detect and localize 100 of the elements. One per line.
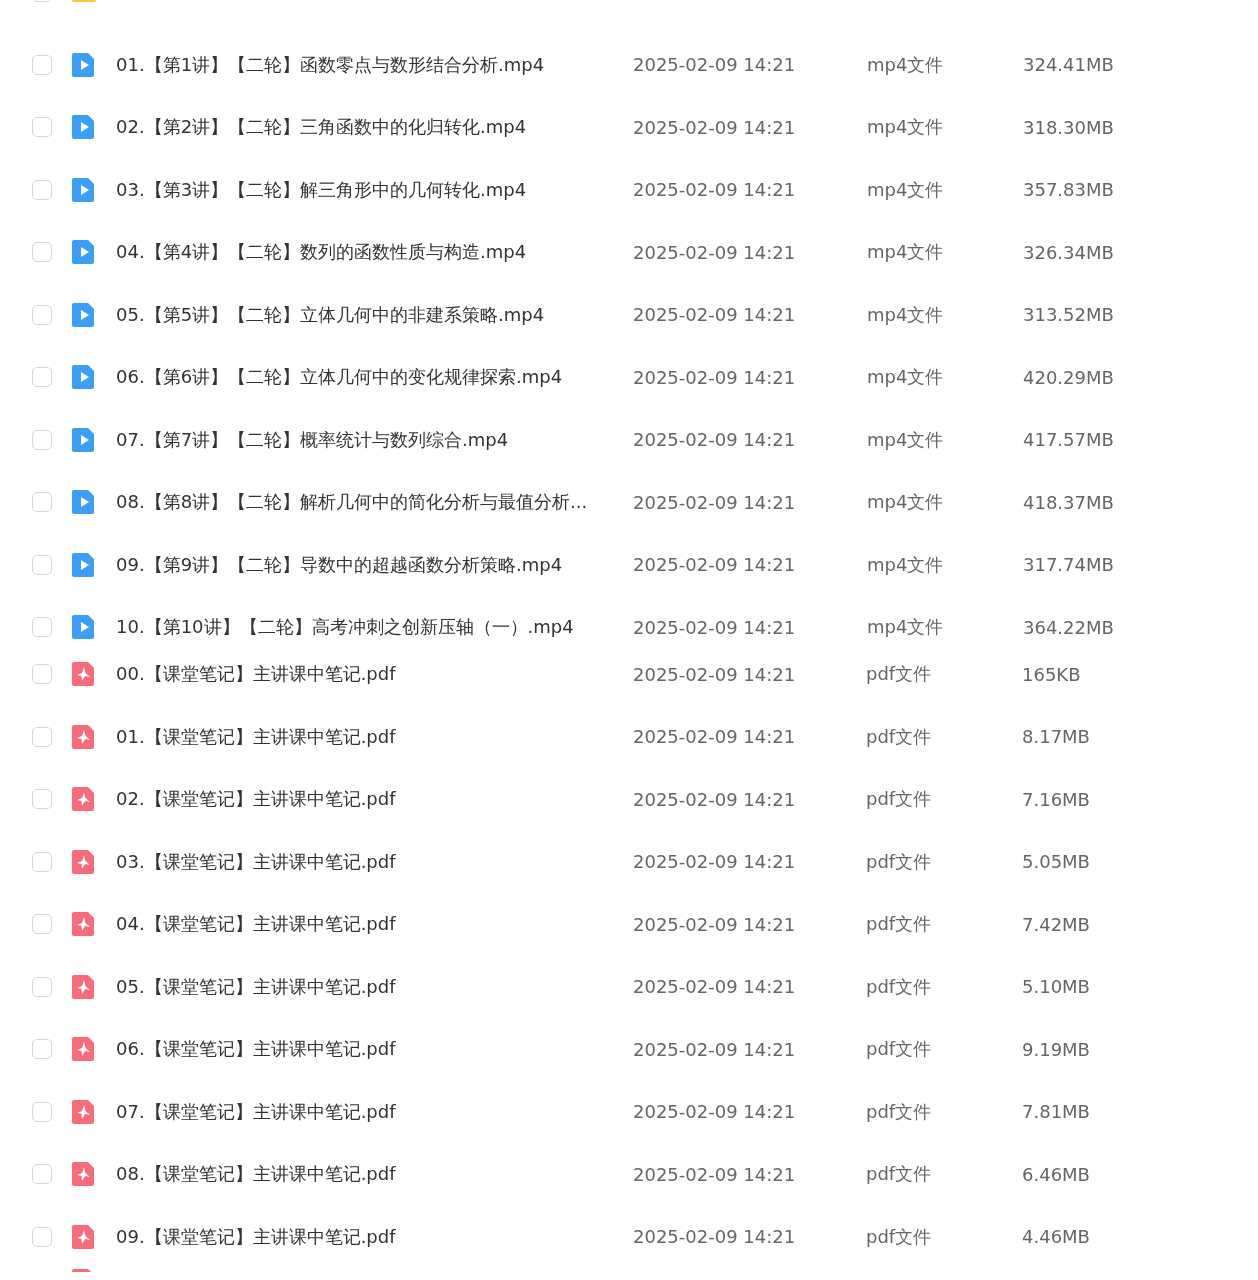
file-name[interactable]: 08.【第8讲】【二轮】解析几何中的简化分析与最值分析... (116, 490, 633, 514)
modified-date: 2025-02-09 14:21 (633, 304, 797, 325)
checkbox[interactable] (32, 554, 52, 575)
file-name[interactable]: 01.【第1讲】【二轮】函数零点与数形结合分析.mp4 (116, 52, 633, 77)
file-type: pdf文件 (866, 662, 933, 686)
file-name[interactable]: 05.【第5讲】【二轮】立体几何中的非建系策略.mp4 (116, 302, 633, 327)
file-size: 318.30MB (1023, 116, 1115, 138)
file-type: mp4文件 (867, 490, 945, 514)
file-name[interactable]: 02.【第2讲】【二轮】三角函数中的化归转化.mp4 (116, 115, 633, 139)
file-size: 420.29MB (1023, 366, 1115, 388)
checkbox[interactable] (32, 54, 52, 75)
checkbox[interactable] (32, 429, 52, 450)
file-size: 364.22MB (1023, 616, 1115, 638)
file-size: 417.57MB (1023, 429, 1115, 450)
file-type: pdf文件 (866, 1037, 933, 1061)
file-name[interactable]: 07.【第7讲】【二轮】概率统计与数列综合.mp4 (116, 427, 633, 452)
file-type: pdf文件 (866, 1224, 933, 1249)
checkbox[interactable] (32, 1164, 52, 1184)
checkbox[interactable] (32, 726, 52, 747)
modified-date: 2025-02-09 14:21 (633, 851, 797, 872)
checkbox[interactable] (32, 851, 52, 872)
modified-date: 2025-02-09 14:21 (633, 726, 797, 747)
modified-date: 2025-02-09 14:21 (633, 366, 797, 388)
modified-date: 2025-02-09 14:21 (633, 429, 797, 450)
file-name[interactable]: 02.【课堂笔记】主讲课中笔记.pdf (116, 787, 633, 811)
modified-date: 2025-02-09 14:21 (633, 616, 797, 638)
checkbox[interactable] (32, 1101, 52, 1122)
file-type: mp4文件 (867, 365, 945, 389)
file-type: mp4文件 (867, 52, 945, 77)
checkbox[interactable] (32, 117, 52, 137)
checkbox[interactable] (32, 492, 52, 512)
checkbox[interactable] (32, 789, 52, 809)
file-type: pdf文件 (866, 1162, 933, 1186)
file-type: pdf文件 (866, 849, 933, 874)
file-size: 326.34MB (1023, 241, 1115, 263)
modified-date: 2025-02-09 14:21 (633, 1226, 797, 1247)
file-size: 8.17MB (1022, 726, 1091, 747)
file-name[interactable]: 05.【课堂笔记】主讲课中笔记.pdf (116, 974, 633, 999)
modified-date: 2025-02-09 14:21 (633, 1163, 797, 1185)
file-type: mp4文件 (867, 302, 945, 327)
file-size: 7.42MB (1022, 913, 1091, 935)
file-type: pdf文件 (866, 974, 933, 999)
file-size: 317.74MB (1023, 554, 1115, 575)
file-size: 9.19MB (1022, 1038, 1091, 1060)
file-name[interactable]: 06.【第6讲】【二轮】立体几何中的变化规律探索.mp4 (116, 365, 633, 389)
file-name[interactable]: 01.【课堂笔记】主讲课中笔记.pdf (116, 724, 633, 749)
file-type: mp4文件 (867, 552, 945, 577)
file-type: pdf文件 (866, 787, 933, 811)
file-size: 324.41MB (1023, 54, 1115, 75)
modified-date: 2025-02-09 14:21 (633, 788, 797, 810)
checkbox[interactable] (32, 664, 52, 684)
file-type: mp4文件 (867, 115, 945, 139)
file-name[interactable]: 04.【课堂笔记】主讲课中笔记.pdf (116, 912, 633, 936)
file-size: 5.10MB (1022, 976, 1091, 997)
modified-date: 2025-02-09 14:21 (633, 1101, 797, 1122)
checkbox[interactable] (32, 976, 52, 997)
file-size: 4.46MB (1022, 1226, 1091, 1247)
file-type: pdf文件 (866, 724, 933, 749)
file-name[interactable]: 07.【课堂笔记】主讲课中笔记.pdf (116, 1099, 633, 1124)
file-size: 6.46MB (1022, 1163, 1091, 1185)
modified-date: 2025-02-09 14:21 (633, 663, 797, 685)
checkbox[interactable] (32, 179, 52, 200)
file-size: 7.81MB (1022, 1101, 1091, 1122)
file-name[interactable]: 00.【课堂笔记】主讲课中笔记.pdf (116, 662, 633, 686)
file-type: mp4文件 (867, 615, 945, 639)
file-size: 313.52MB (1023, 304, 1115, 325)
file-name[interactable]: 04.【第4讲】【二轮】数列的函数性质与构造.mp4 (116, 240, 633, 264)
file-name[interactable]: 03.【课堂笔记】主讲课中笔记.pdf (116, 849, 633, 874)
file-size: 418.37MB (1023, 491, 1115, 513)
file-name[interactable]: 09.【课堂笔记】主讲课中笔记.pdf (116, 1224, 633, 1249)
file-type: mp4文件 (867, 427, 945, 452)
modified-date: 2025-02-09 14:21 (633, 554, 797, 575)
file-type: mp4文件 (867, 240, 945, 264)
modified-date: 2025-02-09 14:21 (633, 491, 797, 513)
modified-date: 2025-02-09 14:21 (633, 976, 797, 997)
file-size: 165KB (1022, 663, 1082, 685)
file-name[interactable]: 09.【第9讲】【二轮】导数中的超越函数分析策略.mp4 (116, 552, 633, 577)
checkbox[interactable] (32, 1226, 52, 1247)
file-name[interactable]: 10.【第10讲】【二轮】高考冲刺之创新压轴（一）.mp4 (116, 615, 633, 639)
checkbox[interactable] (32, 367, 52, 387)
file-name[interactable]: 03.【第3讲】【二轮】解三角形中的几何转化.mp4 (116, 177, 633, 202)
file-type: mp4文件 (867, 177, 945, 202)
file-size: 5.05MB (1022, 851, 1091, 872)
checkbox[interactable] (32, 617, 52, 637)
modified-date: 2025-02-09 14:21 (633, 1038, 797, 1060)
file-name[interactable]: 08.【课堂笔记】主讲课中笔记.pdf (116, 1162, 633, 1186)
file-type: pdf文件 (866, 912, 933, 936)
checkbox[interactable] (32, 304, 52, 325)
modified-date: 2025-02-09 14:21 (633, 179, 797, 200)
file-size: 357.83MB (1023, 179, 1115, 200)
modified-date: 2025-02-09 14:21 (633, 54, 797, 75)
modified-date: 2025-02-09 14:21 (633, 241, 797, 263)
modified-date: 2025-02-09 14:21 (633, 913, 797, 935)
file-type: pdf文件 (866, 1099, 933, 1124)
file-size: 7.16MB (1022, 788, 1091, 810)
modified-date: 2025-02-09 14:21 (633, 116, 797, 138)
checkbox[interactable] (32, 1039, 52, 1059)
checkbox[interactable] (32, 914, 52, 934)
file-name[interactable]: 06.【课堂笔记】主讲课中笔记.pdf (116, 1037, 633, 1061)
checkbox[interactable] (32, 242, 52, 262)
